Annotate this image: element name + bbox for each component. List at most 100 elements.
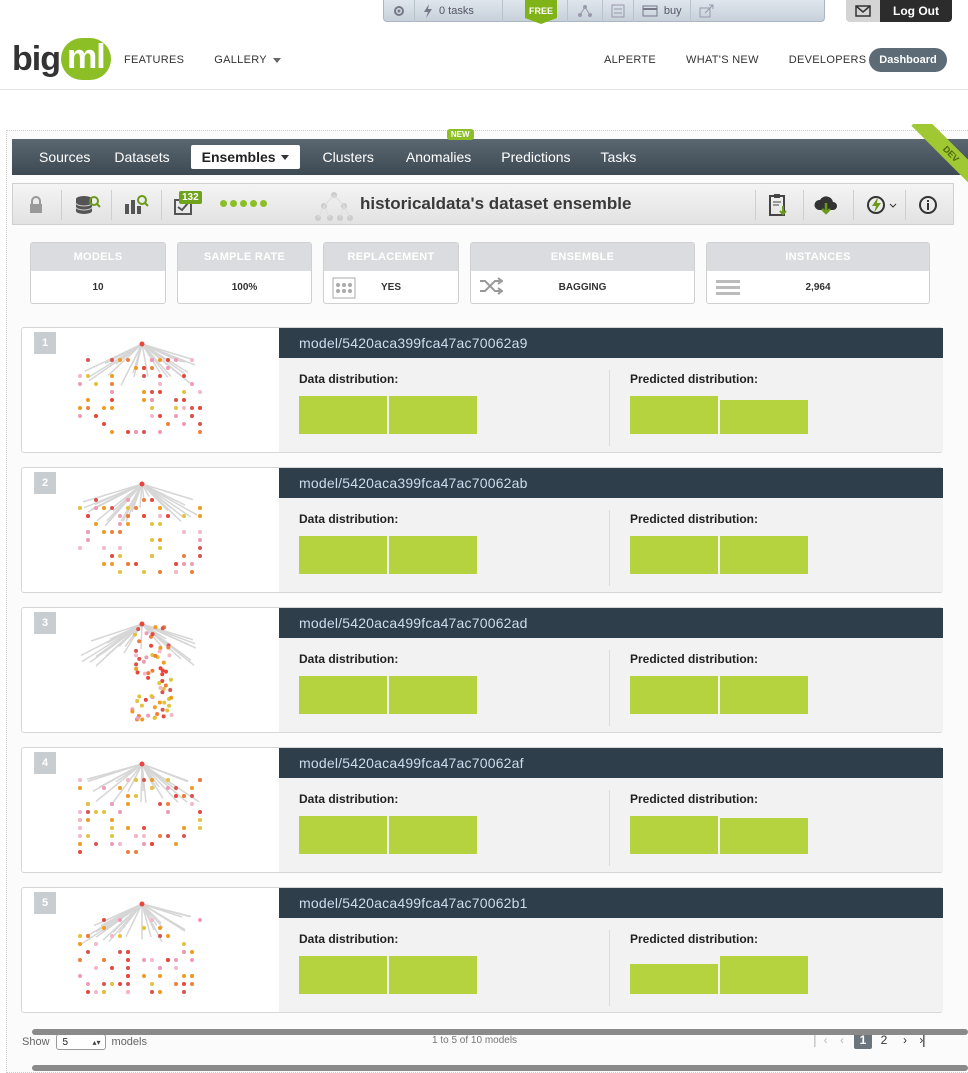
nav-features[interactable]: FEATURES — [124, 54, 184, 66]
dashboard-button[interactable]: Dashboard — [869, 48, 947, 72]
tab-clusters[interactable]: Clusters — [312, 145, 385, 169]
predicted-distribution-bar[interactable] — [720, 956, 808, 994]
nav-gallery[interactable]: GALLERY — [214, 54, 281, 66]
predicted-distribution-bar[interactable] — [630, 676, 718, 714]
predicted-distribution-bar[interactable] — [720, 818, 808, 854]
cloud-download-button[interactable] — [813, 192, 839, 218]
predicted-distribution-bar[interactable] — [720, 536, 808, 574]
data-distribution-bar[interactable] — [389, 816, 477, 854]
tree-node — [142, 366, 146, 370]
horizontal-scrollbar[interactable] — [32, 1029, 968, 1035]
dataset-search-button[interactable] — [75, 192, 101, 218]
horizontal-scrollbar[interactable] — [32, 1065, 968, 1071]
logout-button[interactable]: Log Out — [880, 0, 952, 22]
tree-node — [150, 632, 155, 637]
tree-node — [190, 406, 194, 410]
tree-node — [174, 570, 178, 574]
tree-node — [134, 778, 138, 782]
data-distribution-bar[interactable] — [389, 956, 477, 994]
tree-icon-button[interactable] — [568, 0, 603, 22]
tree-node — [126, 506, 130, 510]
data-distribution-bar[interactable] — [389, 536, 477, 574]
tree-node — [150, 982, 154, 986]
model-id-link[interactable]: model/5420aca499fca47ac70062af — [279, 748, 943, 778]
tree-thumbnail[interactable] — [62, 756, 262, 866]
model-id-link[interactable]: model/5420aca399fca47ac70062ab — [279, 468, 943, 498]
tree-node — [142, 826, 146, 830]
tree-node — [142, 498, 146, 502]
predicted-distribution-bar[interactable] — [630, 396, 718, 434]
tree-node — [169, 713, 174, 718]
tab-anomalies[interactable]: Anomalies NEW — [395, 129, 482, 169]
model-card[interactable]: 2 model/5420aca399fca47ac70062ab Data dist… — [21, 467, 943, 593]
nav-whats-new[interactable]: WHAT'S NEW — [686, 54, 759, 66]
tree-node — [143, 697, 148, 702]
tree-node — [158, 390, 162, 394]
page-size-value: 5 — [62, 1036, 69, 1048]
tab-ensembles[interactable]: Ensembles — [190, 145, 300, 169]
share-icon-button[interactable] — [691, 0, 723, 22]
tree-thumbnail[interactable] — [62, 476, 262, 586]
model-id-link[interactable]: model/5420aca499fca47ac70062ad — [279, 608, 943, 638]
download-clipboard-button[interactable] — [765, 192, 791, 218]
chart-search-button[interactable] — [123, 192, 149, 218]
data-distribution-bar[interactable] — [299, 536, 387, 574]
tab-sources[interactable]: Sources — [28, 145, 101, 169]
tree-node — [126, 802, 130, 806]
tree-node — [78, 506, 82, 510]
data-distribution-bar[interactable] — [299, 396, 387, 434]
tree-node — [142, 570, 146, 574]
predicted-distribution-bar[interactable] — [630, 964, 718, 994]
data-distribution-bar[interactable] — [299, 816, 387, 854]
model-number: 1 — [34, 332, 56, 354]
nav-developers[interactable]: DEVELOPERS — [789, 54, 867, 66]
tree-thumbnail[interactable] — [62, 616, 262, 726]
tree-node — [150, 366, 154, 370]
model-id-link[interactable]: model/5420aca399fca47ac70062a9 — [279, 328, 943, 358]
model-card[interactable]: 1 model/5420aca399fca47ac70062a9 Data dist… — [21, 327, 943, 453]
tree-node — [182, 514, 186, 518]
predicted-distribution-bar[interactable] — [630, 536, 718, 574]
tree-node — [110, 966, 114, 970]
buy-button[interactable]: buy — [634, 0, 691, 22]
bigml-logo[interactable]: big ml — [12, 38, 111, 80]
tree-root-node — [139, 481, 145, 487]
tree-node — [182, 974, 186, 978]
compare-icon-button[interactable] — [603, 0, 634, 22]
tree-node — [78, 374, 82, 378]
page-size-select[interactable]: 5 ▴▾ — [55, 1034, 106, 1050]
info-button[interactable] — [915, 192, 941, 218]
model-number: 5 — [34, 892, 56, 914]
model-card[interactable]: 3 model/5420aca499fca47ac70062ad Data dist… — [21, 607, 943, 733]
tree-node — [198, 554, 202, 558]
predicted-distribution-bar[interactable] — [720, 400, 808, 434]
lock-button[interactable] — [23, 192, 49, 218]
tree-thumbnail[interactable] — [62, 336, 262, 446]
predicted-distribution-bar[interactable] — [720, 676, 808, 714]
tree-node — [155, 712, 160, 717]
tree-node — [166, 422, 170, 426]
data-distribution-bar[interactable] — [389, 396, 477, 434]
tree-node — [126, 990, 130, 994]
toolbar-separator — [905, 190, 906, 220]
nav-user[interactable]: ALPERTE — [604, 54, 656, 66]
data-distribution-bar[interactable] — [389, 676, 477, 714]
mail-button[interactable] — [846, 0, 880, 22]
settings-icon-button[interactable] — [384, 0, 415, 22]
tasks-button[interactable]: 0 tasks — [415, 0, 503, 22]
model-card[interactable]: 5 model/5420aca499fca47ac70062b1 Data dist… — [21, 887, 943, 1013]
tree-thumbnail[interactable] — [62, 896, 262, 1006]
model-card[interactable]: 4 model/5420aca499fca47ac70062af Data dist… — [21, 747, 943, 873]
tree-node — [190, 794, 194, 798]
actions-menu-button[interactable] — [863, 192, 899, 218]
predicted-distribution-bar[interactable] — [630, 816, 718, 854]
data-distribution-bar[interactable] — [299, 956, 387, 994]
data-distribution-bar[interactable] — [299, 676, 387, 714]
tree-node — [169, 695, 174, 700]
tab-datasets[interactable]: Datasets — [103, 145, 180, 169]
tab-tasks[interactable]: Tasks — [590, 145, 648, 169]
tree-node — [78, 942, 82, 946]
tree-node — [137, 639, 142, 644]
tab-predictions[interactable]: Predictions — [490, 145, 581, 169]
model-id-link[interactable]: model/5420aca499fca47ac70062b1 — [279, 888, 943, 918]
